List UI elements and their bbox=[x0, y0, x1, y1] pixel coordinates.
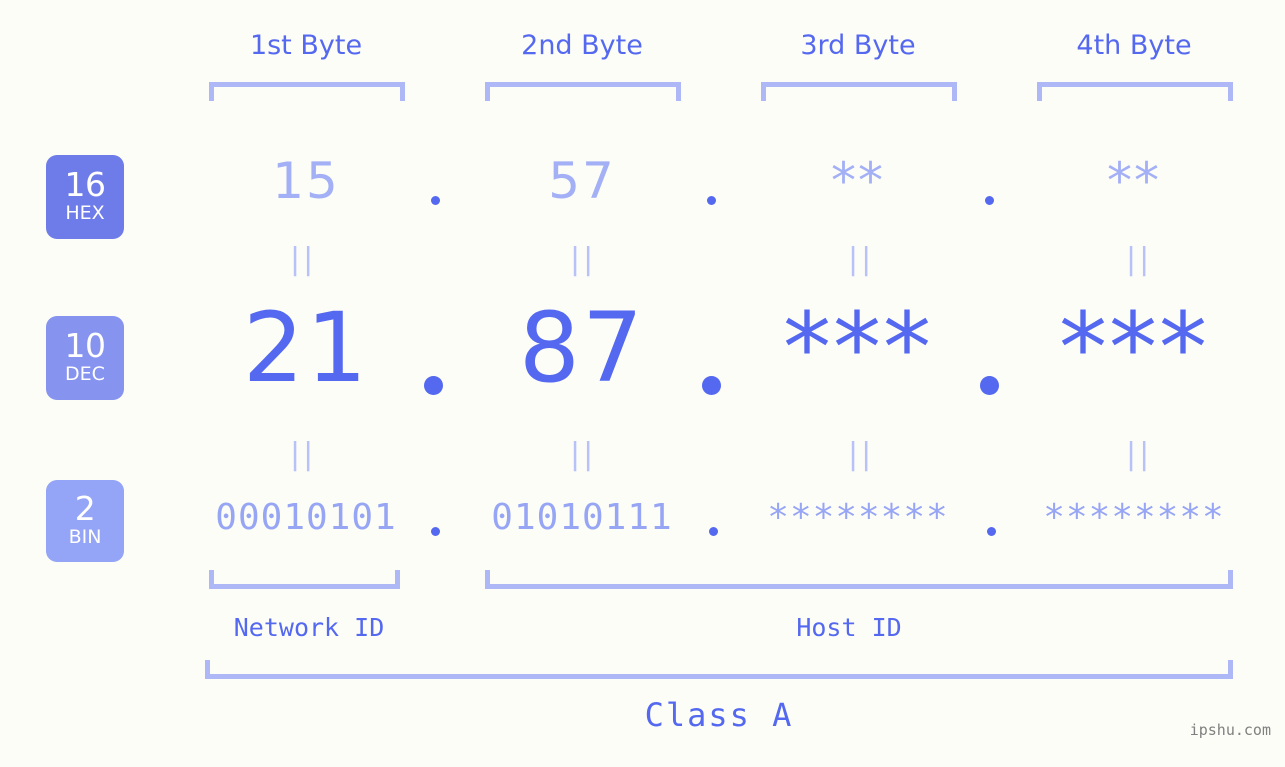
base-badge-hex-number: 16 bbox=[64, 164, 107, 204]
bin-byte-2: 01010111 bbox=[491, 497, 673, 538]
equals-hex-dec-2: || bbox=[570, 242, 597, 277]
host-id-bracket bbox=[485, 570, 1233, 589]
dec-dot-separator-2 bbox=[702, 376, 721, 395]
hex-byte-4: ** bbox=[1107, 152, 1161, 210]
ip-address-diagram: 1st Byte 2nd Byte 3rd Byte 4th Byte 16 H… bbox=[0, 0, 1285, 767]
bin-byte-1: 00010101 bbox=[215, 497, 397, 538]
dec-byte-4: *** bbox=[1059, 292, 1209, 404]
byte-bracket-4 bbox=[1037, 82, 1233, 101]
dec-byte-3: *** bbox=[783, 292, 933, 404]
equals-dec-bin-4: || bbox=[1126, 437, 1153, 472]
base-badge-hex-name: HEX bbox=[65, 202, 105, 225]
equals-dec-bin-1: || bbox=[290, 437, 317, 472]
dec-dot-separator-3 bbox=[980, 376, 999, 395]
bin-byte-3: ******** bbox=[767, 497, 949, 538]
equals-dec-bin-3: || bbox=[848, 437, 875, 472]
hex-byte-1: 15 bbox=[272, 152, 340, 210]
byte-header-2: 2nd Byte bbox=[521, 30, 643, 61]
base-badge-bin-number: 2 bbox=[74, 488, 96, 528]
bin-dot-separator-2 bbox=[709, 527, 718, 536]
base-badge-dec: 10 DEC bbox=[46, 316, 124, 400]
byte-header-4: 4th Byte bbox=[1076, 30, 1192, 61]
equals-dec-bin-2: || bbox=[570, 437, 597, 472]
network-id-label: Network ID bbox=[233, 613, 385, 642]
base-badge-bin: 2 BIN bbox=[46, 480, 124, 562]
bin-byte-4: ******** bbox=[1043, 497, 1225, 538]
dec-byte-1: 21 bbox=[242, 292, 370, 404]
dec-dot-separator-1 bbox=[424, 376, 443, 395]
byte-header-3: 3rd Byte bbox=[800, 30, 916, 61]
equals-hex-dec-1: || bbox=[290, 242, 317, 277]
hex-dot-separator-2 bbox=[707, 196, 716, 205]
base-badge-dec-name: DEC bbox=[65, 363, 105, 386]
base-badge-hex: 16 HEX bbox=[46, 155, 124, 239]
byte-header-1: 1st Byte bbox=[249, 30, 363, 61]
hex-dot-separator-3 bbox=[985, 196, 994, 205]
network-id-bracket bbox=[209, 570, 400, 589]
byte-bracket-1 bbox=[209, 82, 405, 101]
byte-bracket-3 bbox=[761, 82, 957, 101]
dec-byte-2: 87 bbox=[518, 292, 646, 404]
site-watermark: ipshu.com bbox=[1189, 721, 1271, 739]
host-id-label: Host ID bbox=[796, 613, 902, 642]
bin-dot-separator-3 bbox=[987, 527, 996, 536]
equals-hex-dec-3: || bbox=[848, 242, 875, 277]
hex-dot-separator-1 bbox=[431, 196, 440, 205]
hex-byte-2: 57 bbox=[548, 152, 616, 210]
class-bracket bbox=[205, 660, 1233, 679]
equals-hex-dec-4: || bbox=[1126, 242, 1153, 277]
ip-class-label: Class A bbox=[644, 696, 794, 734]
base-badge-bin-name: BIN bbox=[68, 526, 102, 549]
base-badge-dec-number: 10 bbox=[64, 325, 107, 365]
bin-dot-separator-1 bbox=[431, 527, 440, 536]
byte-bracket-2 bbox=[485, 82, 681, 101]
hex-byte-3: ** bbox=[831, 152, 885, 210]
